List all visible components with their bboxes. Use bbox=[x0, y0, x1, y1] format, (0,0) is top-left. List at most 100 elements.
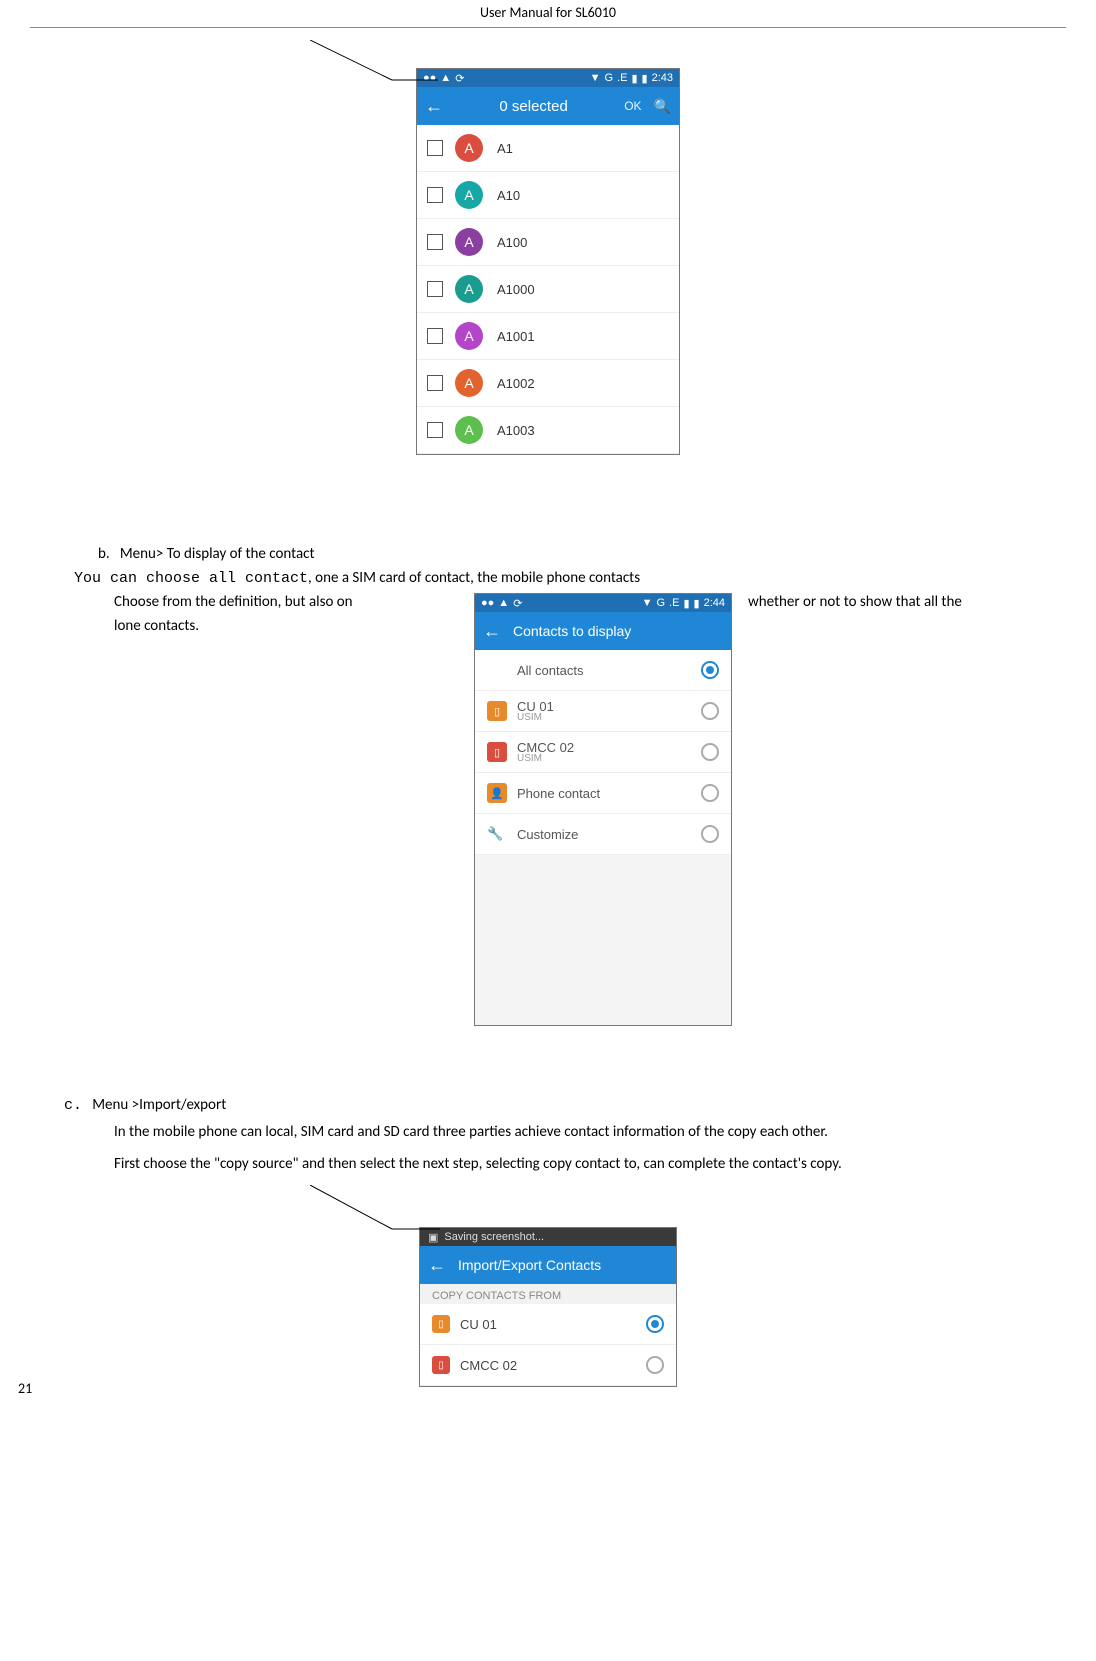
toast-text: Saving screenshot... bbox=[444, 1231, 544, 1243]
checkbox[interactable] bbox=[427, 281, 443, 297]
radio-button[interactable] bbox=[701, 743, 719, 761]
display-option-row[interactable]: 🔧 Customize bbox=[475, 814, 731, 855]
search-icon[interactable]: 🔍 bbox=[654, 98, 671, 115]
sim-icon: ▯ bbox=[487, 742, 507, 762]
warning-icon: ▲ bbox=[498, 597, 509, 609]
contact-row[interactable]: AA1000 bbox=[417, 266, 679, 313]
contact-row[interactable]: A A1 bbox=[417, 125, 679, 172]
source-label: CU 01 bbox=[460, 1317, 497, 1332]
contact-row[interactable]: A A1001 bbox=[417, 313, 679, 360]
checkbox[interactable] bbox=[427, 422, 443, 438]
contact-name: A10 bbox=[497, 188, 520, 203]
doc-header: User Manual for SL6010 bbox=[30, 0, 1066, 28]
avatar: A bbox=[455, 416, 483, 444]
back-icon[interactable]: ← bbox=[428, 1255, 446, 1276]
avatar: A bbox=[455, 322, 483, 350]
sim-icon: ▯ bbox=[432, 1315, 450, 1333]
back-icon[interactable]: ← bbox=[483, 621, 501, 642]
radio-button[interactable] bbox=[646, 1356, 664, 1374]
display-option-row[interactable]: ▯CMCC 02USIM bbox=[475, 732, 731, 773]
avatar: A bbox=[455, 369, 483, 397]
radio-button[interactable] bbox=[701, 702, 719, 720]
status-time: 2:44 bbox=[704, 597, 725, 609]
app-bar-3: ← Import/Export Contacts bbox=[420, 1246, 676, 1284]
display-options-list: All contacts ▯CU 01USIM▯CMCC 02USIM👤Phone… bbox=[475, 650, 731, 855]
radio-button[interactable] bbox=[701, 661, 719, 679]
appbar-title-3: Import/Export Contacts bbox=[458, 1257, 668, 1273]
appbar-title-2: Contacts to display bbox=[513, 623, 723, 639]
copy-source-row[interactable]: ▯ CMCC 02 bbox=[420, 1345, 676, 1386]
copy-source-list: ▯ CU 01 ▯ CMCC 02 bbox=[420, 1304, 676, 1386]
checkbox[interactable] bbox=[427, 140, 443, 156]
status-bar: ●● ▲ ⟳ ▼ G .E ▮ ▮ 2:43 bbox=[417, 69, 679, 87]
section-c-heading: c. Menu >Import/export bbox=[64, 1096, 1066, 1114]
section-b-line3: lone contacts. bbox=[114, 617, 474, 635]
wifi-icon: ▼ bbox=[642, 597, 653, 609]
display-option-row[interactable]: 👤Phone contact bbox=[475, 773, 731, 814]
section-b-label: b. bbox=[98, 545, 110, 563]
section-c-para1: In the mobile phone can local, SIM card … bbox=[114, 1120, 1066, 1146]
app-bar: ← 0 selected OK 🔍 bbox=[417, 87, 679, 125]
source-label: CMCC 02 bbox=[460, 1358, 517, 1373]
contact-name: A1001 bbox=[497, 329, 535, 344]
section-b-line2-pre: Choose from the definition, but also on bbox=[114, 593, 474, 611]
radio-button[interactable] bbox=[701, 825, 719, 843]
contact-name: A100 bbox=[497, 235, 527, 250]
option-label: All contacts bbox=[517, 663, 583, 678]
avatar: A bbox=[455, 228, 483, 256]
section-b-line2-post: whether or not to show that all the bbox=[748, 593, 1066, 611]
checkbox[interactable] bbox=[427, 328, 443, 344]
radio-button[interactable] bbox=[701, 784, 719, 802]
app-bar-2: ← Contacts to display bbox=[475, 612, 731, 650]
net-icon: G bbox=[656, 597, 665, 609]
person-icon: 👤 bbox=[487, 783, 507, 803]
ok-button[interactable]: OK bbox=[624, 99, 641, 113]
contact-row[interactable]: A A1002 bbox=[417, 360, 679, 407]
section-b-title: Menu> To display of the contact bbox=[120, 545, 315, 563]
sync-icon: ⟳ bbox=[455, 72, 464, 85]
section-b-line1-prefix: You can choose all contact bbox=[74, 570, 308, 587]
phone-screenshot-contacts-select: ●● ▲ ⟳ ▼ G .E ▮ ▮ 2:43 ← 0 selected OK 🔍 bbox=[416, 68, 680, 455]
net-ind: .E bbox=[669, 597, 679, 609]
contact-row[interactable]: A A1003 bbox=[417, 407, 679, 454]
battery-icon: ▮ bbox=[694, 597, 700, 610]
avatar: A bbox=[455, 181, 483, 209]
section-b-heading: b. Menu> To display of the contact bbox=[98, 545, 1066, 563]
display-option-row[interactable]: All contacts bbox=[475, 650, 731, 691]
status-time: 2:43 bbox=[652, 72, 673, 84]
contact-list: A A1 A A10 A A100 AA1000 A A1001 A A1002 A A1003 bbox=[417, 125, 679, 454]
section-b-line1: You can choose all contact, one a SIM ca… bbox=[74, 569, 1066, 587]
radio-button[interactable] bbox=[646, 1315, 664, 1333]
wrench-icon: 🔧 bbox=[487, 826, 507, 842]
contact-name: A1003 bbox=[497, 423, 535, 438]
section-c-label: c. bbox=[64, 1097, 82, 1114]
contact-name: A1000 bbox=[497, 282, 535, 297]
battery-icon: ▮ bbox=[642, 72, 648, 85]
section-c-title: Menu >Import/export bbox=[92, 1096, 226, 1114]
toast-saving: ▣ Saving screenshot... bbox=[420, 1228, 676, 1246]
sim-icon: ▯ bbox=[487, 701, 507, 721]
checkbox[interactable] bbox=[427, 234, 443, 250]
appbar-title: 0 selected bbox=[455, 98, 612, 115]
checkbox[interactable] bbox=[427, 375, 443, 391]
net-icon: G bbox=[604, 72, 613, 84]
option-label: Customize bbox=[517, 827, 578, 842]
copy-from-section-label: COPY CONTACTS FROM bbox=[420, 1284, 676, 1304]
contact-name: A1002 bbox=[497, 376, 535, 391]
copy-source-row[interactable]: ▯ CU 01 bbox=[420, 1304, 676, 1345]
sim-icon: ▯ bbox=[432, 1356, 450, 1374]
status-dot-icon: ●● bbox=[481, 597, 494, 609]
contact-name: A1 bbox=[497, 141, 513, 156]
checkbox[interactable] bbox=[427, 187, 443, 203]
signal-icon: ▮ bbox=[683, 597, 689, 610]
back-icon[interactable]: ← bbox=[425, 96, 443, 117]
net-ind: .E bbox=[617, 72, 627, 84]
page-number: 21 bbox=[18, 1380, 32, 1397]
sync-icon: ⟳ bbox=[513, 597, 522, 610]
contact-row[interactable]: A A10 bbox=[417, 172, 679, 219]
display-option-row[interactable]: ▯CU 01USIM bbox=[475, 691, 731, 732]
avatar: A bbox=[455, 134, 483, 162]
status-bar-2: ●● ▲ ⟳ ▼ G .E ▮ ▮ 2:44 bbox=[475, 594, 731, 612]
wifi-icon: ▼ bbox=[590, 72, 601, 84]
contact-row[interactable]: A A100 bbox=[417, 219, 679, 266]
